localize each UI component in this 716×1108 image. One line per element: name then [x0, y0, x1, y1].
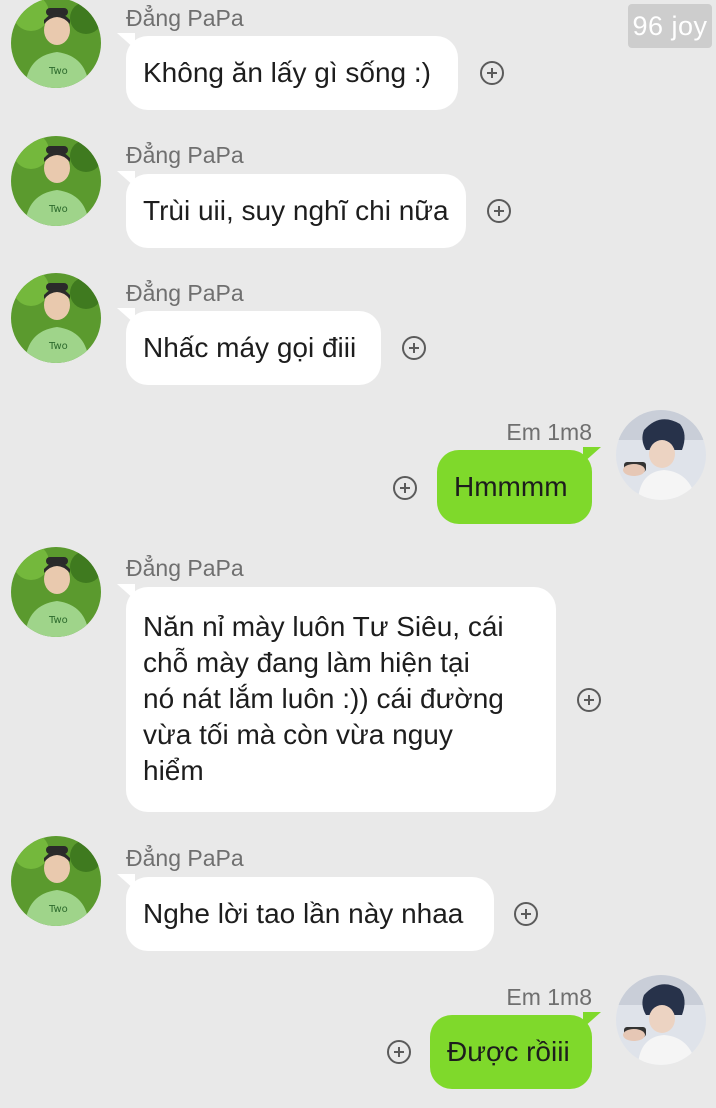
add-reaction-icon[interactable]	[393, 476, 417, 500]
sender-name: Đẳng PaPa	[126, 142, 244, 168]
message-row: Two Đẳng PaPa Năn nỉ mày luôn Tư Siêu, c…	[0, 547, 716, 820]
svg-text:Two: Two	[48, 615, 68, 626]
message-bubble[interactable]: Không ăn lấy gì sống :)	[117, 33, 458, 110]
sender-name: Đẳng PaPa	[126, 555, 244, 581]
message-bubble[interactable]: Trùi uii, suy nghĩ chi nữa	[117, 171, 466, 248]
message-row: Two Đẳng PaPa Trùi uii, suy nghĩ chi nữa	[0, 136, 716, 268]
add-reaction-icon[interactable]	[480, 61, 504, 85]
message-bubble[interactable]: Năn nỉ mày luôn Tư Siêu, cái chỗ mày đan…	[117, 584, 556, 812]
message-text: Nhấc máy gọi điii	[143, 332, 357, 363]
message-bubble[interactable]: Được rồiii	[430, 1012, 601, 1089]
message-text: Được rồiii	[447, 1036, 570, 1067]
svg-text:Two: Two	[48, 204, 68, 215]
avatar-papa-icon[interactable]: Two	[11, 273, 101, 363]
sender-name: Em 1m8	[506, 984, 592, 1010]
message-row: Em 1m8 Hmmmm	[0, 410, 716, 540]
sender-name: Đẳng PaPa	[126, 845, 244, 871]
avatar-papa-icon[interactable]: Two	[11, 136, 101, 226]
avatar-em-icon[interactable]	[616, 410, 706, 500]
add-reaction-icon[interactable]	[402, 336, 426, 360]
svg-text:Two: Two	[48, 904, 68, 915]
message-row: Two Đẳng PaPa Nghe lời tao lần này nhaa	[0, 836, 716, 970]
add-reaction-icon[interactable]	[487, 199, 511, 223]
message-row: Two Đẳng PaPa Không ăn lấy gì sống :)	[0, 0, 716, 130]
message-text: Trùi uii, suy nghĩ chi nữa	[143, 195, 449, 226]
message-text: Nghe lời tao lần này nhaa	[143, 898, 464, 929]
message-text: Không ăn lấy gì sống :)	[143, 57, 431, 88]
message-text: Hmmmm	[454, 471, 568, 502]
add-reaction-icon[interactable]	[514, 902, 538, 926]
message-bubble[interactable]: Nghe lời tao lần này nhaa	[117, 874, 494, 951]
svg-text:Two: Two	[48, 341, 68, 352]
avatar-papa-icon[interactable]: Two	[11, 547, 101, 637]
message-text: Năn nỉ mày luôn Tư Siêu, cái chỗ mày đan…	[143, 611, 504, 786]
svg-text:Two: Two	[48, 66, 68, 77]
sender-name: Em 1m8	[506, 419, 592, 445]
message-row: Em 1m8 Được rồiii	[0, 975, 716, 1108]
add-reaction-icon[interactable]	[577, 688, 601, 712]
sender-name: Đẳng PaPa	[126, 5, 244, 31]
add-reaction-icon[interactable]	[387, 1040, 411, 1064]
avatar-papa-icon[interactable]: Two	[11, 0, 101, 88]
sender-name: Đẳng PaPa	[126, 280, 244, 306]
message-row: Two Đẳng PaPa Nhấc máy gọi điii	[0, 273, 716, 406]
avatar-em-icon[interactable]	[616, 975, 706, 1065]
message-bubble[interactable]: Nhấc máy gọi điii	[117, 308, 381, 385]
message-bubble[interactable]: Hmmmm	[437, 447, 601, 524]
avatar-papa-icon[interactable]: Two	[11, 836, 101, 926]
